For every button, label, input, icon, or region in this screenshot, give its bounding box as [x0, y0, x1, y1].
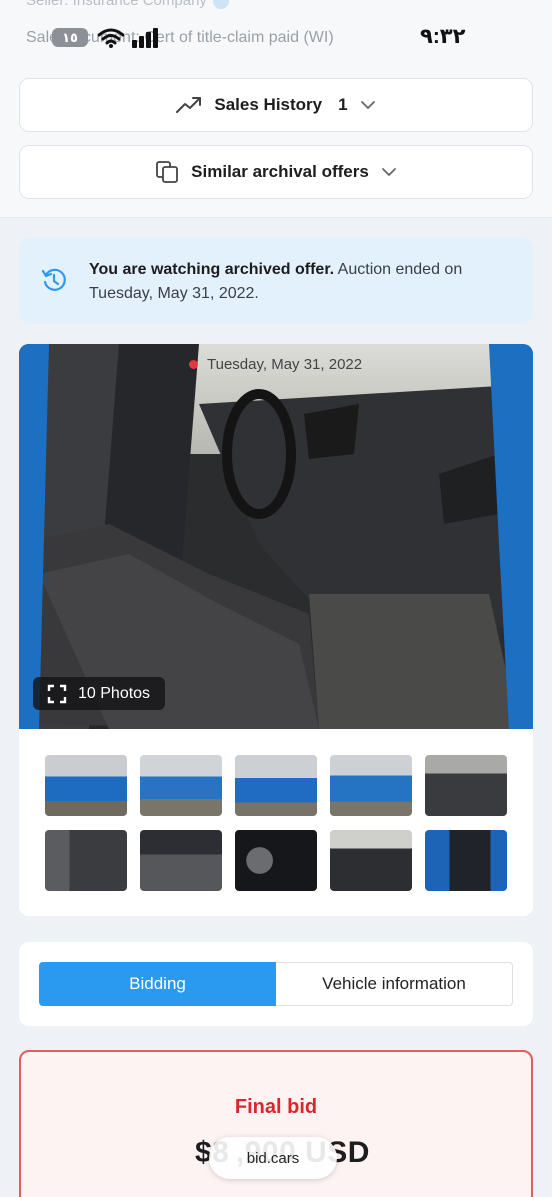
tab-bidding[interactable]: Bidding	[39, 962, 276, 1006]
clock: ٩:٣٢	[420, 25, 466, 48]
auction-date-chip: Tuesday, May 31, 2022	[189, 356, 362, 373]
archived-offer-notice: You are watching archived offer. Auction…	[19, 237, 533, 324]
chevron-down-icon	[381, 168, 396, 176]
thumbnail[interactable]	[330, 755, 412, 816]
photos-count-label: 10 Photos	[78, 684, 151, 702]
wifi-icon	[98, 28, 124, 48]
similar-offers-label: Similar archival offers	[191, 162, 369, 181]
final-bid-label: Final bid	[234, 1096, 318, 1118]
seller-row: Seller: Insurance Company	[26, 0, 229, 10]
thumbnail[interactable]	[425, 755, 507, 816]
thumbnail[interactable]	[425, 830, 507, 891]
thumbnail[interactable]	[235, 830, 317, 891]
status-bar: ١٥ ٩:٣٢	[0, 20, 552, 56]
thumbnail[interactable]	[140, 830, 222, 891]
fullscreen-icon	[47, 684, 67, 703]
battery-icon: ١٥	[52, 28, 88, 47]
main-photo[interactable]: Tuesday, May 31, 2022 10 Photos	[19, 344, 533, 729]
sales-history-count: 1	[338, 95, 348, 114]
thumbnail[interactable]	[140, 755, 222, 816]
verified-icon	[212, 0, 229, 10]
tab-vehicle-information[interactable]: Vehicle information	[276, 962, 513, 1006]
photo-gallery: Tuesday, May 31, 2022 10 Photos	[19, 344, 533, 916]
sales-history-label: Sales History	[214, 95, 323, 114]
sales-history-button[interactable]: Sales History 1	[19, 78, 533, 132]
thumbnail[interactable]	[45, 830, 127, 891]
copy-icon	[156, 161, 179, 183]
car-interior-image	[19, 344, 533, 729]
notice-text: You are watching archived offer. Auction…	[89, 258, 489, 306]
history-icon	[41, 268, 66, 291]
top-section: Seller: Insurance Company Sale Document:…	[0, 0, 552, 218]
seller-text: Seller: Insurance Company	[26, 0, 207, 9]
browser-url-bar[interactable]: bid.cars	[209, 1137, 337, 1179]
thumbnail[interactable]	[235, 755, 317, 816]
cellular-signal-icon	[132, 28, 158, 48]
trending-up-icon	[176, 97, 202, 113]
similar-offers-button[interactable]: Similar archival offers	[19, 145, 533, 199]
notice-bold-text: You are watching archived offer.	[89, 261, 335, 278]
thumbnail[interactable]	[45, 755, 127, 816]
chevron-down-icon	[360, 101, 375, 109]
status-dot	[189, 360, 198, 369]
photos-count-button[interactable]: 10 Photos	[33, 677, 165, 710]
detail-tabs: Bidding Vehicle information	[19, 942, 533, 1026]
auction-date: Tuesday, May 31, 2022	[207, 356, 363, 373]
thumbnail[interactable]	[330, 830, 412, 891]
